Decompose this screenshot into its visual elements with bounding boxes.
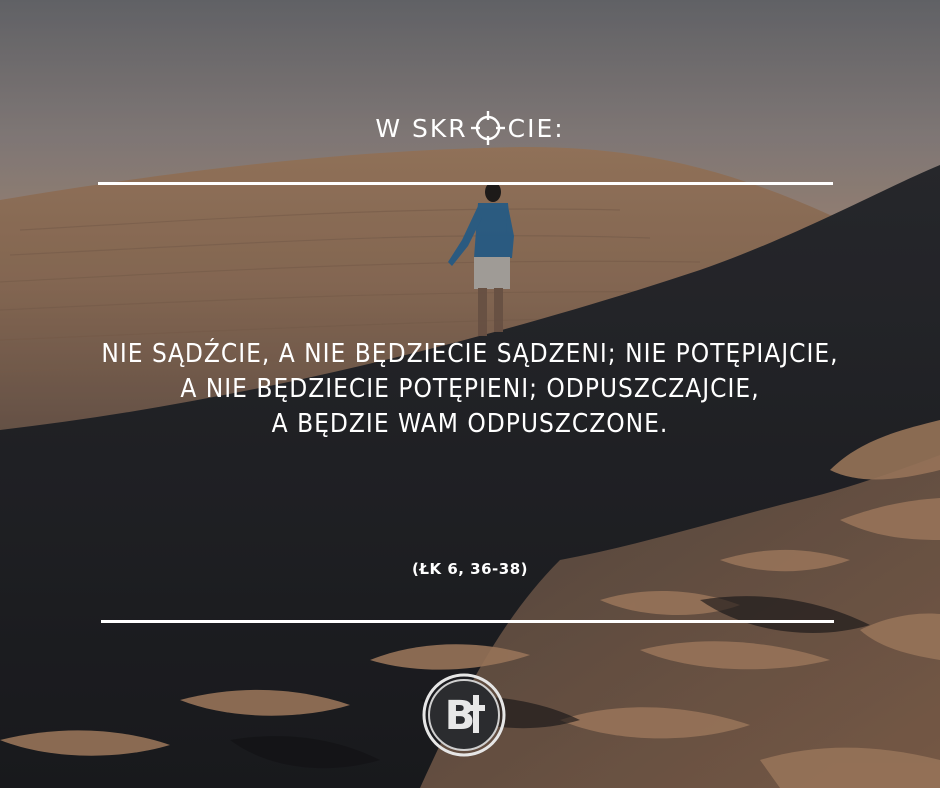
quote: NIE SĄDŹCIE, A NIE BĘDZIECIE SĄDZENI; NI… bbox=[60, 337, 880, 442]
heading-text-start: W SKR bbox=[375, 113, 468, 143]
top-divider bbox=[98, 182, 833, 185]
heading-text-end: CIE: bbox=[507, 113, 565, 143]
graphic-card: W SKR CIE: NIE SĄDŹCIE, A NIE BĘDZIECIE … bbox=[0, 0, 940, 788]
scripture-reference: (ŁK 6, 36-38) bbox=[411, 560, 529, 578]
bottom-divider bbox=[101, 620, 834, 623]
logo-letter: B bbox=[445, 693, 476, 739]
logo: B bbox=[422, 673, 506, 757]
quote-line-3: A BĘDZIE WAM ODPUSZCZONE. bbox=[271, 409, 669, 439]
heading: W SKR CIE: bbox=[0, 108, 940, 148]
quote-line-2: A NIE BĘDZIECIE POTĘPIENI; ODPUSZCZAJCIE… bbox=[180, 374, 760, 404]
crosshair-icon bbox=[470, 111, 505, 145]
quote-line-1: NIE SĄDŹCIE, A NIE BĘDZIECIE SĄDZENI; NI… bbox=[101, 339, 839, 369]
